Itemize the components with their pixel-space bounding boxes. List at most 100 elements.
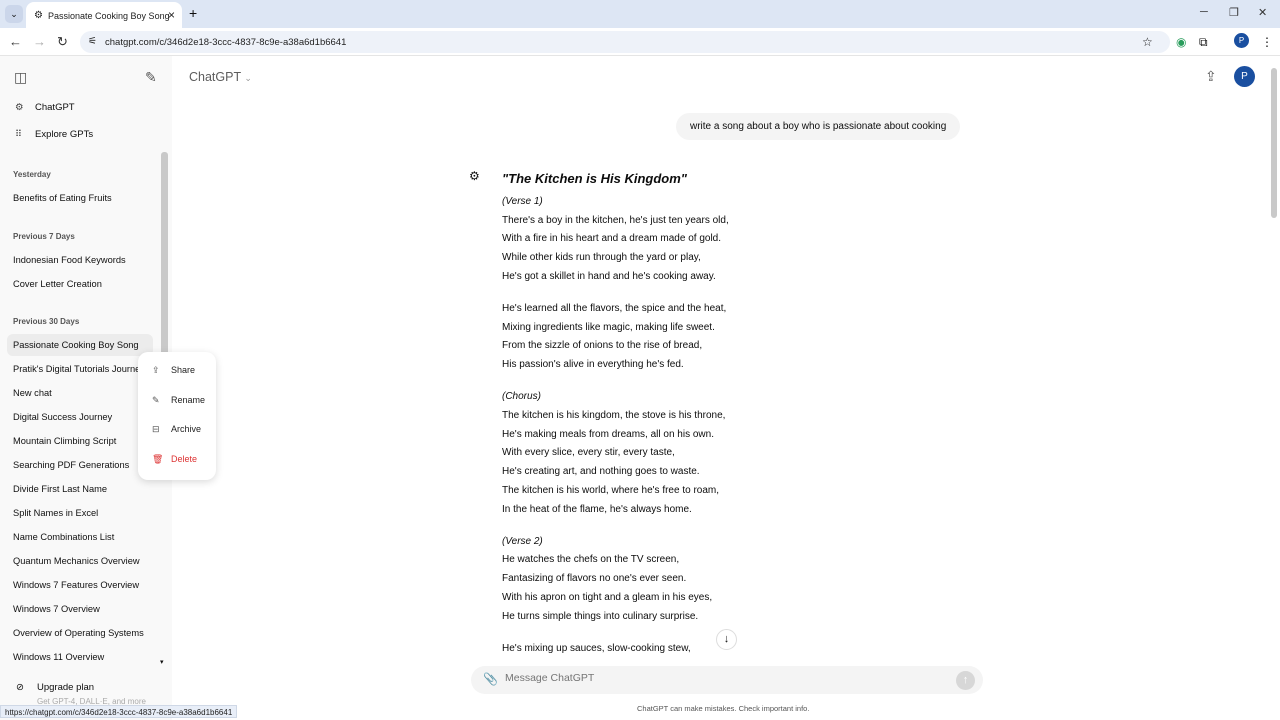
- song-line: He's mixing up sauces, slow-cooking stew…: [502, 642, 691, 654]
- toggle-sidebar-icon[interactable]: ◫: [14, 69, 27, 86]
- upgrade-plan-button[interactable]: ⊘ Upgrade plan Get GPT-4, DALL·E, and mor…: [16, 682, 146, 706]
- close-window-icon[interactable]: ✕: [1258, 6, 1267, 19]
- stanza-label: (Verse 1): [502, 195, 543, 207]
- minimize-icon[interactable]: ─: [1200, 6, 1208, 18]
- sidebar-chat-item[interactable]: Benefits of Eating Fruits: [7, 187, 153, 209]
- archive-icon: ⊟: [152, 424, 160, 434]
- user-avatar[interactable]: P: [1234, 66, 1255, 87]
- trash-icon: 🗑: [152, 453, 164, 464]
- bookmark-star-icon[interactable]: ☆: [1142, 35, 1153, 49]
- model-selector[interactable]: ChatGPT ⌄: [189, 70, 252, 84]
- sidebar-group-heading: Previous 7 Days: [13, 232, 75, 241]
- user-message: write a song about a boy who is passiona…: [676, 113, 961, 140]
- link-status-bar: https://chatgpt.com/c/346d2e18-3ccc-4837…: [0, 705, 238, 718]
- chevron-down-icon: ⌄: [244, 73, 252, 83]
- scroll-down-arrow-icon[interactable]: ▾: [160, 658, 164, 666]
- sidebar-chat-item[interactable]: Pratik's Digital Tutorials Journey: [7, 358, 153, 380]
- sidebar-group-heading: Yesterday: [13, 170, 51, 179]
- sidebar-chat-item[interactable]: Split Names in Excel: [7, 502, 153, 524]
- assistant-message: "The Kitchen is His Kingdom" (Verse 1) Th…: [502, 170, 802, 671]
- upgrade-icon: ⊘: [16, 682, 24, 693]
- url-field[interactable]: ⚟ chatgpt.com/c/346d2e18-3ccc-4837-8c9e-…: [80, 31, 1170, 53]
- chat-context-menu: ⇪ Share ✎ Rename ⊟ Archive 🗑 Delete: [138, 352, 216, 480]
- send-button[interactable]: ↑: [956, 671, 975, 690]
- forward-icon[interactable]: →: [33, 34, 46, 49]
- model-name: ChatGPT: [189, 70, 241, 84]
- sidebar-item-explore-gpts[interactable]: ⠿ Explore GPTs: [15, 129, 93, 140]
- share-icon: ⇪: [152, 365, 160, 375]
- song-line: He turns simple things into culinary sur…: [502, 610, 699, 622]
- song-line: The kitchen is his world, where he's fre…: [502, 484, 720, 496]
- sidebar-chat-item[interactable]: Name Combinations List: [7, 526, 153, 548]
- song-line: With every slice, every stir, every tast…: [502, 447, 675, 459]
- menu-item-archive[interactable]: ⊟ Archive: [152, 424, 201, 435]
- sidebar-chat-item[interactable]: Quantum Mechanics Overview: [7, 550, 153, 572]
- song-line: He's creating art, and nothing goes to w…: [502, 466, 700, 478]
- song-line: The kitchen is his kingdom, the stove is…: [502, 409, 726, 421]
- sidebar-chat-item[interactable]: Digital Success Journey: [7, 406, 153, 428]
- sidebar-scrollbar[interactable]: [161, 152, 168, 374]
- maximize-icon[interactable]: ❐: [1229, 6, 1239, 19]
- url-text: chatgpt.com/c/346d2e18-3ccc-4837-8c9e-a3…: [105, 37, 347, 48]
- sidebar-chat-item[interactable]: Windows 11 Overview: [7, 646, 153, 668]
- back-icon[interactable]: ←: [9, 34, 22, 49]
- extensions-puzzle-icon[interactable]: ⧉: [1199, 35, 1208, 50]
- extension-icon[interactable]: ◉: [1176, 35, 1186, 49]
- song-stanza: (Chorus) The kitchen is his kingdom, the …: [502, 388, 802, 520]
- song-line: His passion's alive in everything he's f…: [502, 359, 684, 371]
- sidebar-chat-item[interactable]: Indonesian Food Keywords: [7, 249, 153, 271]
- song-line: Fantasizing of flavors no one's ever see…: [502, 573, 687, 585]
- song-stanza: (Verse 1) There's a boy in the kitchen, h…: [502, 193, 802, 287]
- sidebar-item-label: Explore GPTs: [35, 129, 94, 140]
- share-icon[interactable]: ⇪: [1205, 68, 1217, 85]
- sidebar-chat-item[interactable]: Overview of Operating Systems: [7, 622, 153, 644]
- pencil-icon: ✎: [152, 394, 160, 405]
- menu-item-share[interactable]: ⇪ Share: [152, 365, 195, 376]
- scroll-to-bottom-button[interactable]: ↓: [716, 629, 737, 650]
- menu-item-label: Rename: [171, 394, 206, 405]
- stanza-label: (Verse 2): [502, 535, 543, 547]
- sidebar-chat-item[interactable]: Searching PDF Generations: [7, 454, 153, 476]
- browser-tab[interactable]: ⚙ Passionate Cooking Boy Song ×: [26, 2, 182, 28]
- song-line: He's got a skillet in hand and he's cook…: [502, 270, 716, 282]
- sidebar-chat-item[interactable]: Passionate Cooking Boy Song: [7, 334, 153, 356]
- song-line: He's making meals from dreams, all on hi…: [502, 428, 714, 440]
- sidebar-chat-item[interactable]: Windows 7 Features Overview: [7, 574, 153, 596]
- song-line: With a fire in his heart and a dream mad…: [502, 233, 722, 245]
- sidebar-chat-item[interactable]: Cover Letter Creation: [7, 273, 153, 295]
- sidebar-group-heading: Previous 30 Days: [13, 317, 80, 326]
- menu-item-label: Archive: [171, 424, 202, 434]
- song-line: There's a boy in the kitchen, he's just …: [502, 214, 729, 226]
- site-info-icon[interactable]: ⚟: [88, 36, 97, 47]
- sidebar-item-label: ChatGPT: [35, 102, 75, 113]
- sidebar-chat-item[interactable]: Divide First Last Name: [7, 478, 153, 500]
- address-bar-row: ← → ↻ ⚟ chatgpt.com/c/346d2e18-3ccc-4837…: [0, 28, 1280, 56]
- stanza-label: (Chorus): [502, 390, 541, 402]
- tab-search-button[interactable]: ⌄: [5, 5, 23, 23]
- new-tab-button[interactable]: +: [189, 5, 197, 21]
- menu-item-rename[interactable]: ✎ Rename: [152, 395, 205, 406]
- new-chat-icon[interactable]: ✎: [145, 69, 157, 86]
- reload-icon[interactable]: ↻: [57, 34, 68, 50]
- main-scrollbar[interactable]: [1271, 68, 1277, 218]
- browser-menu-icon[interactable]: ⋮: [1261, 35, 1273, 49]
- song-line: With his apron on tight and a gleam in h…: [502, 591, 713, 603]
- close-tab-icon[interactable]: ×: [168, 8, 175, 22]
- browser-tab-bar: ⌄ ⚙ Passionate Cooking Boy Song × + ─ ❐ …: [0, 0, 1280, 28]
- openai-favicon-icon: ⚙: [34, 10, 43, 21]
- profile-avatar[interactable]: P: [1234, 33, 1249, 48]
- menu-item-label: Delete: [171, 453, 198, 464]
- song-line: While other kids run through the yard or…: [502, 252, 701, 264]
- attach-paperclip-icon[interactable]: 📎: [483, 672, 498, 686]
- menu-item-delete[interactable]: 🗑 Delete: [152, 454, 197, 465]
- sidebar-chat-item[interactable]: Windows 7 Overview: [7, 598, 153, 620]
- message-input[interactable]: [505, 672, 925, 684]
- sidebar-item-chatgpt[interactable]: ⚙ ChatGPT: [15, 102, 75, 113]
- chatgpt-avatar-icon: ⚙: [469, 169, 480, 183]
- menu-item-label: Share: [171, 365, 196, 375]
- upgrade-label: Upgrade plan: [37, 682, 95, 693]
- message-composer: 📎 ↑: [471, 666, 983, 694]
- disclaimer: ChatGPT can make mistakes. Check importa…: [637, 704, 810, 713]
- sidebar-chat-item[interactable]: New chat: [7, 382, 153, 404]
- sidebar-chat-item[interactable]: Mountain Climbing Script: [7, 430, 153, 452]
